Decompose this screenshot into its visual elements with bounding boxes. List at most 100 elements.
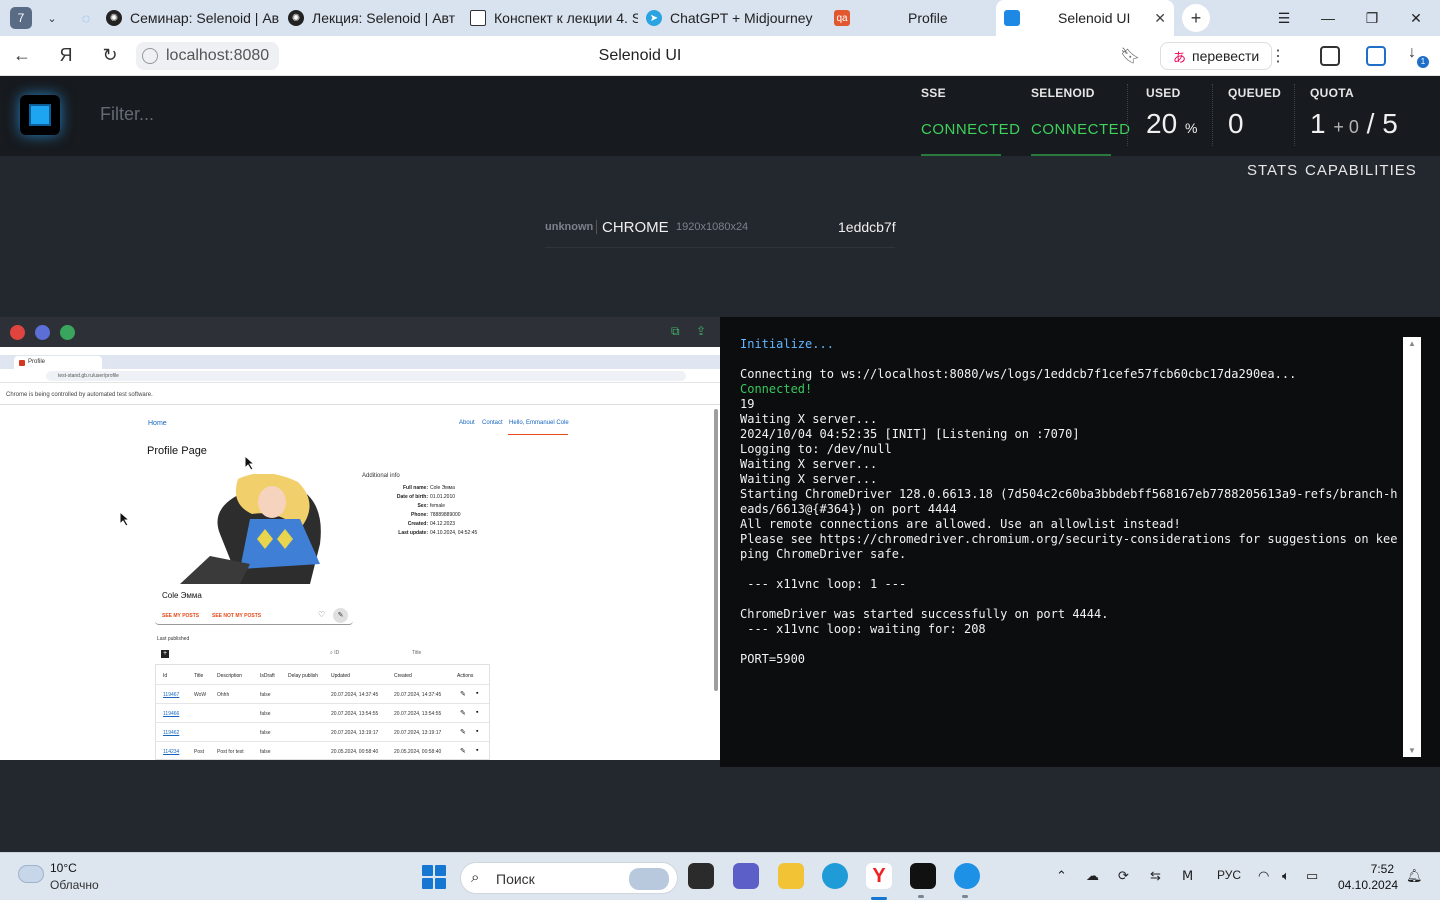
downloads-icon[interactable]: ↓	[1408, 44, 1416, 62]
volume-icon[interactable]: 🔈︎	[1282, 868, 1290, 884]
edit-icon[interactable]: ✎	[460, 747, 466, 755]
extension-icon[interactable]	[1366, 46, 1386, 66]
edit-icon[interactable]: ✎	[460, 690, 466, 698]
yandex-browser-icon[interactable]: Y	[866, 863, 892, 889]
docker-icon[interactable]	[954, 863, 980, 889]
close-window-button[interactable]: ✕	[1394, 0, 1438, 36]
site-info-icon[interactable]	[142, 47, 158, 64]
clipboard-icon[interactable]: ⧉	[671, 324, 680, 339]
search-id-field[interactable]: ⌕ ID	[330, 650, 339, 656]
session-row[interactable]: unknown CHROME 1920x1080x24 1eddcb7f	[545, 218, 896, 248]
delete-icon[interactable]: ▪	[476, 728, 478, 735]
delete-icon[interactable]: ▪	[476, 747, 478, 754]
yandex-icon[interactable]: Я	[44, 45, 88, 66]
table-row[interactable]: 119467 WoW Ohhh false 20.07.2024, 14:37:…	[156, 684, 489, 703]
app-tray-icon[interactable]: Ⅿ	[1182, 868, 1193, 884]
log-line: Please see https://chromedriver.chromium…	[740, 532, 1398, 561]
table-row[interactable]: 119462 false 20.07.2024, 13:19:17 20.07.…	[156, 722, 489, 741]
remote-scrollbar[interactable]	[714, 409, 718, 691]
log-line: --- x11vnc loop: 1 ---	[740, 577, 907, 591]
new-tab-button[interactable]: +	[1182, 4, 1210, 32]
delete-icon[interactable]: ▪	[476, 690, 478, 697]
clock[interactable]: 7:52 04.10.2024	[1338, 861, 1399, 893]
sync-icon[interactable]: ⟳	[1118, 868, 1129, 884]
column-header: IsDraft	[260, 673, 275, 679]
cloud-icon[interactable]	[18, 865, 44, 883]
tab-notes[interactable]: Конспект к лекции 4. S	[462, 0, 638, 36]
reload-icon[interactable]: ↻	[88, 45, 132, 66]
vnc-toolbar: ⧉ ⇪	[0, 317, 720, 347]
edge-icon[interactable]	[822, 863, 848, 889]
chevron-up-icon[interactable]: ⌃	[1056, 868, 1067, 884]
teams-icon[interactable]	[733, 863, 759, 889]
browser-menu-icon[interactable]: ☰	[1262, 0, 1306, 36]
tab-title: Лекция: Selenoid | Авт	[312, 10, 456, 26]
remote-home-link[interactable]: Home	[148, 420, 167, 427]
quota-label: QUOTA	[1310, 86, 1354, 100]
tab-chatgpt[interactable]: ➤ ChatGPT + Midjourney	[638, 0, 826, 36]
close-tab-icon[interactable]: ✕	[1144, 10, 1166, 27]
log-scrollbar[interactable]: ▲ ▼	[1403, 337, 1421, 757]
log-line: 19	[740, 397, 755, 411]
task-view-icon[interactable]	[688, 863, 714, 889]
notifications-bell-icon[interactable]: 🔔︎	[1406, 868, 1423, 884]
url-field[interactable]: localhost:8080	[136, 41, 280, 70]
intellij-icon[interactable]	[910, 863, 936, 889]
onedrive-icon[interactable]: ☁	[1086, 868, 1099, 884]
log-line: Waiting X server...	[740, 472, 878, 486]
edit-icon[interactable]: ✎	[460, 728, 466, 736]
translate-button[interactable]: あ перевести	[1160, 42, 1273, 70]
vnc-close-button[interactable]	[10, 325, 25, 340]
remote-hello-link[interactable]: Hello, Emmanuel Cole	[509, 420, 569, 426]
add-post-button[interactable]: +	[161, 650, 169, 658]
scroll-down-icon[interactable]: ▼	[1408, 746, 1416, 755]
battery-icon[interactable]: ▭	[1306, 868, 1318, 884]
search-title-field[interactable]: Title	[412, 650, 421, 656]
edit-icon[interactable]: ✎	[460, 709, 466, 717]
remote-about-link[interactable]: About	[459, 420, 475, 426]
start-button[interactable]	[422, 865, 446, 889]
back-arrow-icon[interactable]: ←	[0, 45, 44, 66]
bookmark-icon[interactable]: 🔖︎	[1120, 46, 1140, 66]
wifi-icon[interactable]: ◠	[1258, 868, 1269, 884]
more-options-icon[interactable]: ⋮	[1270, 46, 1286, 66]
language-indicator[interactable]: РУС	[1217, 868, 1241, 882]
vnc-screen[interactable]: Profile test-stand.gb.ru/user/profile Ch…	[0, 347, 720, 760]
stats-link[interactable]: STATS	[1247, 162, 1298, 179]
tabs-menu-chevron-icon[interactable]: ⌄	[40, 12, 64, 25]
restore-button[interactable]: ❐	[1350, 0, 1394, 36]
weather-temperature[interactable]: 10°C	[50, 861, 77, 875]
tab-count-badge[interactable]: 7	[10, 7, 32, 29]
weather-description[interactable]: Облачно	[50, 878, 99, 892]
minimize-button[interactable]: —	[1306, 0, 1350, 36]
file-explorer-icon[interactable]	[778, 863, 804, 889]
tab-profile[interactable]: qa Profile	[826, 0, 996, 36]
upload-icon[interactable]: ⇪	[696, 324, 706, 338]
tab-seminar[interactable]: ✺ Семинар: Selenoid | Ав	[98, 0, 280, 36]
scroll-up-icon[interactable]: ▲	[1408, 339, 1416, 348]
vnc-fullscreen-button[interactable]	[60, 325, 75, 340]
table-row[interactable]: 114234 Post Post for test false 20.05.20…	[156, 741, 489, 760]
taskbar-search[interactable]: ⌕ Поиск	[460, 862, 678, 894]
delete-icon[interactable]: ▪	[476, 709, 478, 716]
remote-contact-link[interactable]: Contact	[482, 420, 503, 426]
log-line: Waiting X server...	[740, 457, 878, 471]
taskbar: 10°C Облачно ⌕ Поиск Y ⌃ ☁ ⟳ ⇆ Ⅿ РУС ◠ 🔈…	[0, 852, 1440, 900]
table-row[interactable]: 119466 false 20.07.2024, 13:54:55 20.07.…	[156, 703, 489, 722]
tab-title: Profile	[908, 10, 948, 26]
tab-lecture[interactable]: ✺ Лекция: Selenoid | Авт	[280, 0, 462, 36]
remote-url[interactable]: test-stand.gb.ru/user/profile	[46, 371, 686, 381]
remote-tab[interactable]: Profile	[14, 356, 102, 369]
additional-info-list: Full name: Cole Эмма Date of birth: 01.01.…	[396, 485, 478, 536]
clock-date: 04.10.2024	[1338, 878, 1399, 892]
tab-selenoid-ui[interactable]: Selenoid UI ✕	[996, 0, 1174, 36]
column-header: Id	[163, 673, 168, 679]
selenoid-logo[interactable]	[20, 95, 60, 135]
filter-input[interactable]: Filter...	[100, 104, 154, 125]
collections-icon[interactable]	[1320, 46, 1340, 66]
network-transfer-icon[interactable]: ⇆	[1150, 868, 1161, 884]
vnc-minimize-button[interactable]	[35, 325, 50, 340]
capabilities-link[interactable]: CAPABILITIES	[1305, 162, 1417, 179]
session-resolution: 1920x1080x24	[676, 221, 749, 233]
